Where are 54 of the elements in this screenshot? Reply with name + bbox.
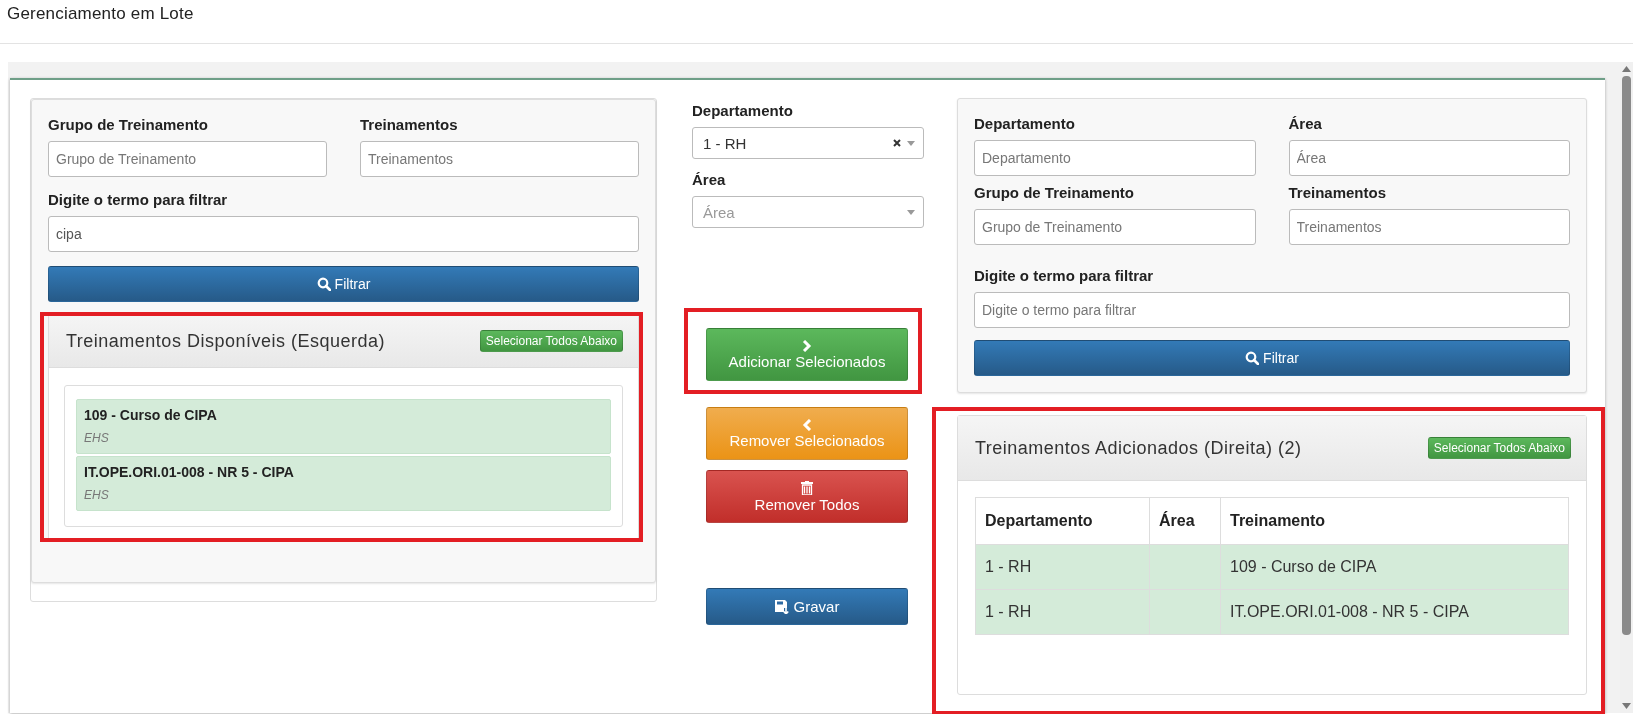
text-field[interactable]: Treinamentos [1288,209,1570,245]
caret-icon [907,209,915,215]
search-icon [316,277,331,291]
search-icon [1245,351,1260,365]
dropdown[interactable]: 1 - RH [692,127,924,159]
table-cell: 1 - RH [975,544,1150,590]
trash-icon [801,480,813,495]
table-cell: 1 - RH [975,589,1150,635]
clear-icon [893,139,901,147]
field-label: Treinamentos [1288,184,1388,201]
scroll-up-arrow-icon[interactable] [1622,66,1631,72]
item-title: 109 - Curso de CIPA [84,407,218,423]
column-header: Área [1149,497,1221,545]
select-all-button[interactable]: Selecionar Todos Abaixo [479,330,623,352]
item-subtitle: EHS [84,488,110,502]
select-all-button[interactable]: Selecionar Todos Abaixo [1427,437,1571,459]
field-label: Área [692,171,727,188]
text-field[interactable]: Área [1288,140,1570,176]
chevron-left-icon [802,418,812,431]
filter-button[interactable]: Filtrar [974,340,1570,376]
scroll-down-arrow-icon[interactable] [1622,703,1631,709]
chevron-right-icon [802,339,812,352]
item-title: IT.OPE.ORI.01-008 - NR 5 - CIPA [84,464,295,480]
field-label: Digite o termo para filtrar [974,267,1155,284]
field-label: Área [1288,115,1323,132]
panel-title: Treinamentos Adicionados (Direita) (2) [975,437,1302,459]
list-item[interactable]: 109 - Curso de CIPA EHS [76,399,611,454]
field-label: Departamento [974,115,1076,132]
field-label: Departamento [692,102,794,119]
field-label: Digite o termo para filtrar [48,191,229,208]
list-item[interactable]: IT.OPE.ORI.01-008 - NR 5 - CIPA EHS [76,456,611,511]
action-button[interactable]: Gravar [706,588,908,625]
text-field[interactable]: Digite o termo para filtrar [974,292,1570,328]
caret-icon [907,140,915,146]
action-button[interactable]: Adicionar Selecionados [706,328,908,381]
field-label: Grupo de Treinamento [48,116,210,133]
dropdown[interactable]: Área [692,196,924,228]
text-field[interactable]: Treinamentos [360,141,639,177]
filter-button[interactable]: Filtrar [48,266,639,302]
text-field[interactable]: Grupo de Treinamento [974,209,1256,245]
page-title: Gerenciamento em Lote [7,4,194,23]
text-field[interactable]: cipa [48,216,639,252]
text-field[interactable]: Departamento [974,140,1256,176]
column-header: Treinamento [1220,497,1569,545]
panel-title: Treinamentos Disponíveis (Esquerda) [66,330,385,352]
column-header: Departamento [975,497,1150,545]
text-field[interactable]: Grupo de Treinamento [48,141,327,177]
item-subtitle: EHS [84,431,110,445]
table-cell: IT.OPE.ORI.01-008 - NR 5 - CIPA [1220,589,1569,635]
field-label: Grupo de Treinamento [974,184,1136,201]
action-button[interactable]: Remover Todos [706,470,908,523]
save-icon [774,599,789,614]
table-cell: 109 - Curso de CIPA [1220,544,1569,590]
field-label: Treinamentos [360,116,459,133]
